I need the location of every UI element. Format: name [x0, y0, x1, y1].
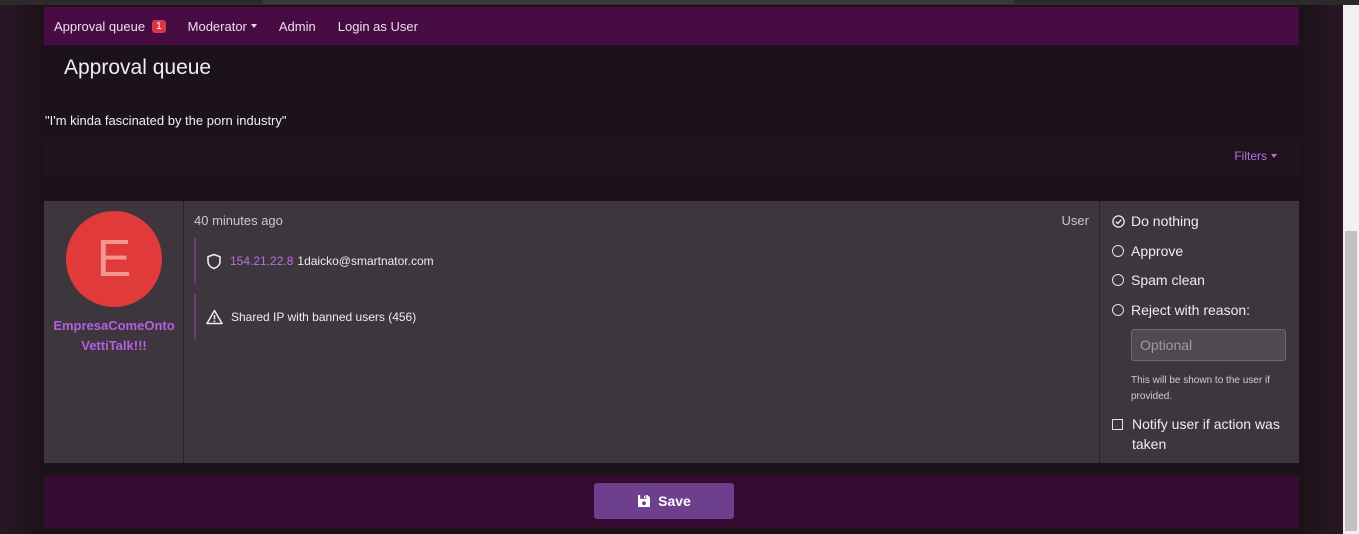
- chevron-down-icon: [250, 24, 257, 28]
- check-circle-icon: [1112, 214, 1125, 228]
- notify-label: Notify user if action was taken: [1132, 416, 1280, 452]
- floppy-disk-icon: [637, 494, 658, 508]
- moderator-navbar: Approval queue 1 Moderator Admin Login a…: [44, 7, 1299, 45]
- action-label: Spam clean: [1131, 272, 1205, 288]
- radio-icon: [1112, 304, 1124, 316]
- reason-hint: This will be shown to the user if provid…: [1131, 375, 1270, 402]
- page-quote: "I'm kinda fascinated by the porn indust…: [45, 113, 287, 128]
- save-button[interactable]: Save: [594, 483, 734, 519]
- avatar[interactable]: E: [66, 211, 162, 307]
- page-title: Approval queue: [64, 56, 212, 79]
- nav-item-label: Admin: [278, 18, 316, 34]
- reject-reason-input[interactable]: [1131, 329, 1286, 361]
- action-label: Approve: [1131, 243, 1184, 259]
- scrollbar-thumb[interactable]: [1345, 231, 1357, 531]
- user-email: 1daicko@smartnator.com: [297, 254, 434, 268]
- form-footer: Save: [44, 475, 1299, 528]
- save-label: Save: [658, 493, 691, 509]
- warning-block: Shared IP with banned users (456): [194, 294, 796, 340]
- nav-item-moderator[interactable]: Moderator: [188, 7, 257, 45]
- nav-item-label: Moderator: [187, 18, 247, 34]
- action-approve[interactable]: Approve: [1112, 243, 1183, 259]
- shared-ip-warning: Shared IP with banned users (456): [231, 310, 417, 324]
- action-spam-clean[interactable]: Spam clean: [1112, 272, 1205, 288]
- browser-top-line-highlight: [262, 0, 1014, 4]
- nav-item-admin[interactable]: Admin: [279, 7, 316, 45]
- nav-item-label: Login as User: [337, 18, 418, 34]
- action-label: Do nothing: [1131, 213, 1199, 229]
- item-details: 40 minutes ago User 154.21.22.8 1daicko@…: [184, 201, 1100, 463]
- radio-icon: [1112, 245, 1124, 257]
- action-do-nothing[interactable]: Do nothing: [1112, 213, 1199, 229]
- nav-item-login-as-user[interactable]: Login as User: [338, 7, 418, 45]
- approval-count-badge: 1: [152, 19, 166, 33]
- moderation-actions: Do nothing Approve Spam clean Reject wit…: [1100, 201, 1299, 463]
- filters-dropdown[interactable]: Filters: [1234, 149, 1277, 163]
- ip-address-link[interactable]: 154.21.22.8: [230, 254, 293, 268]
- ip-email-block: 154.21.22.8 1daicko@smartnator.com: [194, 238, 796, 284]
- nav-item-label: Approval queue: [54, 18, 146, 34]
- filters-label: Filters: [1234, 149, 1267, 163]
- shield-icon: [206, 253, 222, 270]
- action-reject[interactable]: Reject with reason:: [1112, 302, 1250, 318]
- chevron-down-icon: [1271, 154, 1277, 158]
- nav-item-approval-queue[interactable]: Approval queue 1: [54, 7, 166, 45]
- warning-icon: [206, 309, 223, 325]
- page-scrollbar[interactable]: [1343, 5, 1359, 534]
- radio-icon: [1112, 274, 1124, 286]
- approval-item-card: E EmpresaComeOntoVettiTalk!!! 40 minutes…: [44, 201, 1299, 463]
- username-link[interactable]: EmpresaComeOntoVettiTalk!!!: [52, 316, 176, 356]
- action-label: Reject with reason:: [1131, 302, 1251, 318]
- user-column: E EmpresaComeOntoVettiTalk!!!: [44, 201, 184, 463]
- content-type-label: User: [1061, 213, 1089, 228]
- notify-user-checkbox[interactable]: Notify user if action was taken: [1112, 414, 1292, 454]
- filters-bar: Filters: [44, 137, 1299, 177]
- checkbox-icon: [1112, 419, 1123, 430]
- timestamp: 40 minutes ago: [194, 213, 283, 228]
